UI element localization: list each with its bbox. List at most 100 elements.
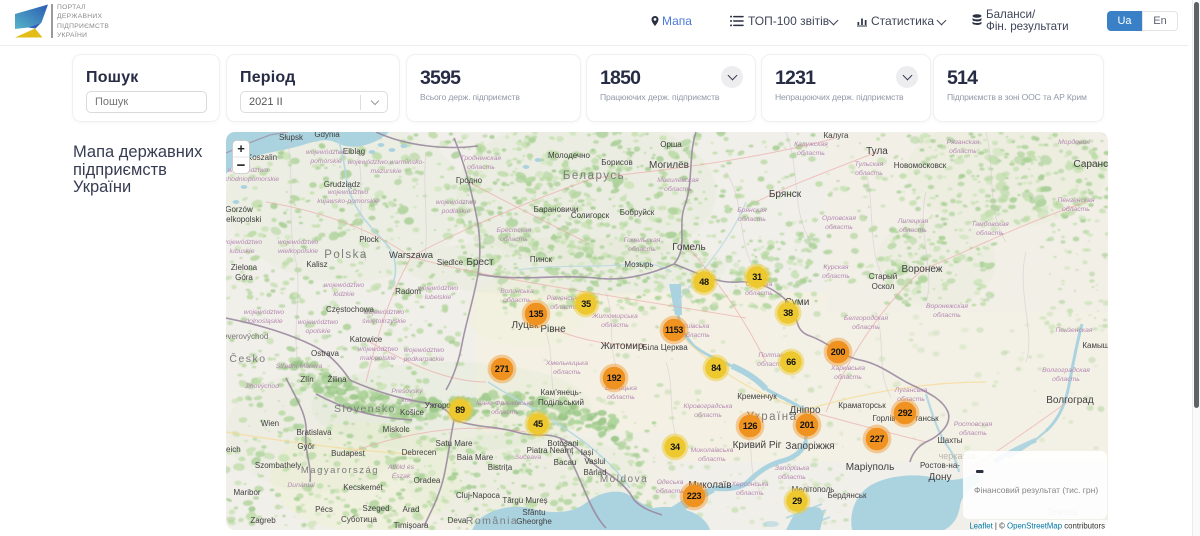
svg-text:84: 84 [711,363,722,373]
svg-text:województwo: województwo [436,199,477,206]
svg-text:Słupsk: Słupsk [279,133,304,142]
svg-text:wielkopolskie: wielkopolskie [278,248,318,255]
svg-text:województwo: województwo [404,347,445,354]
svg-text:Satu Mare: Satu Mare [436,439,473,448]
svg-text:Одеська: Одеська [657,478,684,486]
svg-text:Kalisz: Kalisz [306,260,327,269]
svg-text:Житомир: Житомир [601,341,644,352]
svg-text:область: область [933,311,961,319]
svg-text:Борисов: Борисов [601,158,632,167]
svg-text:35: 35 [581,299,591,309]
svg-text:Барановичи: Барановичи [534,205,579,214]
svg-text:Дону: Дону [929,472,952,483]
svg-text:−: − [237,157,246,174]
svg-text:Budapest: Budapest [331,449,366,458]
svg-text:Тульская: Тульская [855,161,884,168]
svg-text:область: область [899,226,927,234]
svg-text:Оскол: Оскол [872,282,895,291]
svg-text:Шахты: Шахты [937,436,962,445]
svg-text:podkarpackie: podkarpackie [403,356,445,363]
svg-text:Брянская: Брянская [737,207,767,214]
svg-text:Волгоградская: Волгоградская [1042,366,1090,374]
svg-text:Vaslui: Vaslui [584,457,605,466]
svg-text:województwo: województwo [418,285,459,292]
svg-text:Střední Morava: Střední Morava [276,363,323,370]
svg-text:Prešovský: Prešovský [391,388,423,395]
svg-text:Debrecen: Debrecen [402,448,437,457]
svg-text:область: область [976,229,1004,237]
svg-text:292: 292 [898,408,913,418]
svg-text:Miskolc: Miskolc [383,425,410,434]
svg-text:Волинська: Волинська [500,288,534,295]
svg-text:Воронеж: Воронеж [901,264,942,275]
svg-text:Deva: Deva [448,516,467,525]
svg-text:область: область [822,272,850,280]
svg-text:135: 135 [529,309,544,319]
svg-text:Брестская: Брестская [497,227,532,234]
svg-text:область: область [959,429,987,437]
svg-text:Курская: Курская [823,264,848,271]
svg-text:область: область [664,185,692,193]
svg-text:Белгородская: Белгородская [844,314,889,322]
svg-text:область: область [1062,205,1090,213]
svg-text:Severovýchod: Severovýchod [226,332,268,341]
svg-text:Саранск: Саранск [1074,159,1108,170]
svg-text:область: область [491,408,519,416]
svg-text:Запорізька: Запорізька [775,464,810,472]
svg-text:województwo: województwo [226,239,262,246]
svg-text:Беларусь: Беларусь [563,170,625,182]
svg-text:Siedlce: Siedlce [437,258,464,267]
svg-text:województwo: województwo [298,319,339,326]
svg-text:Magyarország: Magyarország [301,465,379,476]
svg-text:Košice: Košice [400,408,425,417]
svg-text:29: 29 [792,496,802,506]
svg-text:Біла Церква: Біла Церква [642,343,688,352]
svg-text:126: 126 [743,421,758,431]
svg-text:Хмельницька: Хмельницька [545,360,588,367]
svg-text:Гродно: Гродно [456,176,483,185]
svg-text:Česko: Česko [229,352,266,365]
svg-text:192: 192 [607,373,622,383]
svg-text:область: область [797,149,825,157]
svg-text:Leaflet | © OpenStreetMap cont: Leaflet | © OpenStreetMap contributors [969,522,1105,531]
svg-text:Žilina: Žilina [327,375,347,384]
svg-text:Пинск: Пинск [530,255,553,264]
svg-text:Волгоград: Волгоград [1046,395,1094,406]
svg-text:38: 38 [783,308,793,318]
svg-text:Івано-Франківська: Івано-Франківська [476,399,534,407]
svg-text:область: область [553,368,581,376]
svg-text:Херсонська: Херсонська [731,481,769,488]
svg-text:Oradea: Oradea [414,476,441,485]
svg-text:66: 66 [786,357,796,367]
svg-text:Slovensko: Slovensko [334,403,396,415]
svg-text:Moldova: Moldova [600,474,648,485]
svg-text:Гомель: Гомель [672,242,705,253]
svg-text:+: + [237,141,245,156]
svg-text:województwo: województwo [324,282,365,289]
svg-text:opolskie: opolskie [306,328,331,335]
svg-text:область: область [949,147,977,155]
svg-text:200: 200 [831,347,846,357]
svg-text:Краматорськ: Краматорськ [838,401,886,410]
svg-text:Szeged: Szeged [362,504,389,513]
svg-text:48: 48 [699,277,709,287]
svg-text:województwo: województwo [358,346,399,353]
svg-text:Рязанская: Рязанская [947,139,980,146]
svg-text:Пензенская: Пензенская [1055,327,1092,334]
svg-text:Ростов-на-: Ростов-на- [920,461,960,470]
svg-text:Кривий Ріг: Кривий Ріг [733,440,782,451]
svg-text:Кіровоградська: Кіровоградська [684,402,733,410]
svg-text:Луганська: Луганська [894,387,928,394]
svg-text:Pécs: Pécs [315,505,333,514]
svg-text:область: область [601,321,629,329]
svg-text:Орша: Орша [660,140,682,149]
svg-text:область: область [467,163,495,171]
svg-text:Grudziądz: Grudziądz [324,180,360,189]
svg-text:Калужская: Калужская [794,141,828,148]
svg-text:область: область [778,473,806,481]
svg-text:271: 271 [495,364,510,374]
svg-text:Ostrava: Ostrava [311,349,340,358]
svg-text:область: область [694,411,722,419]
svg-text:mazurskie: mazurskie [371,168,402,175]
svg-text:34: 34 [670,442,681,452]
